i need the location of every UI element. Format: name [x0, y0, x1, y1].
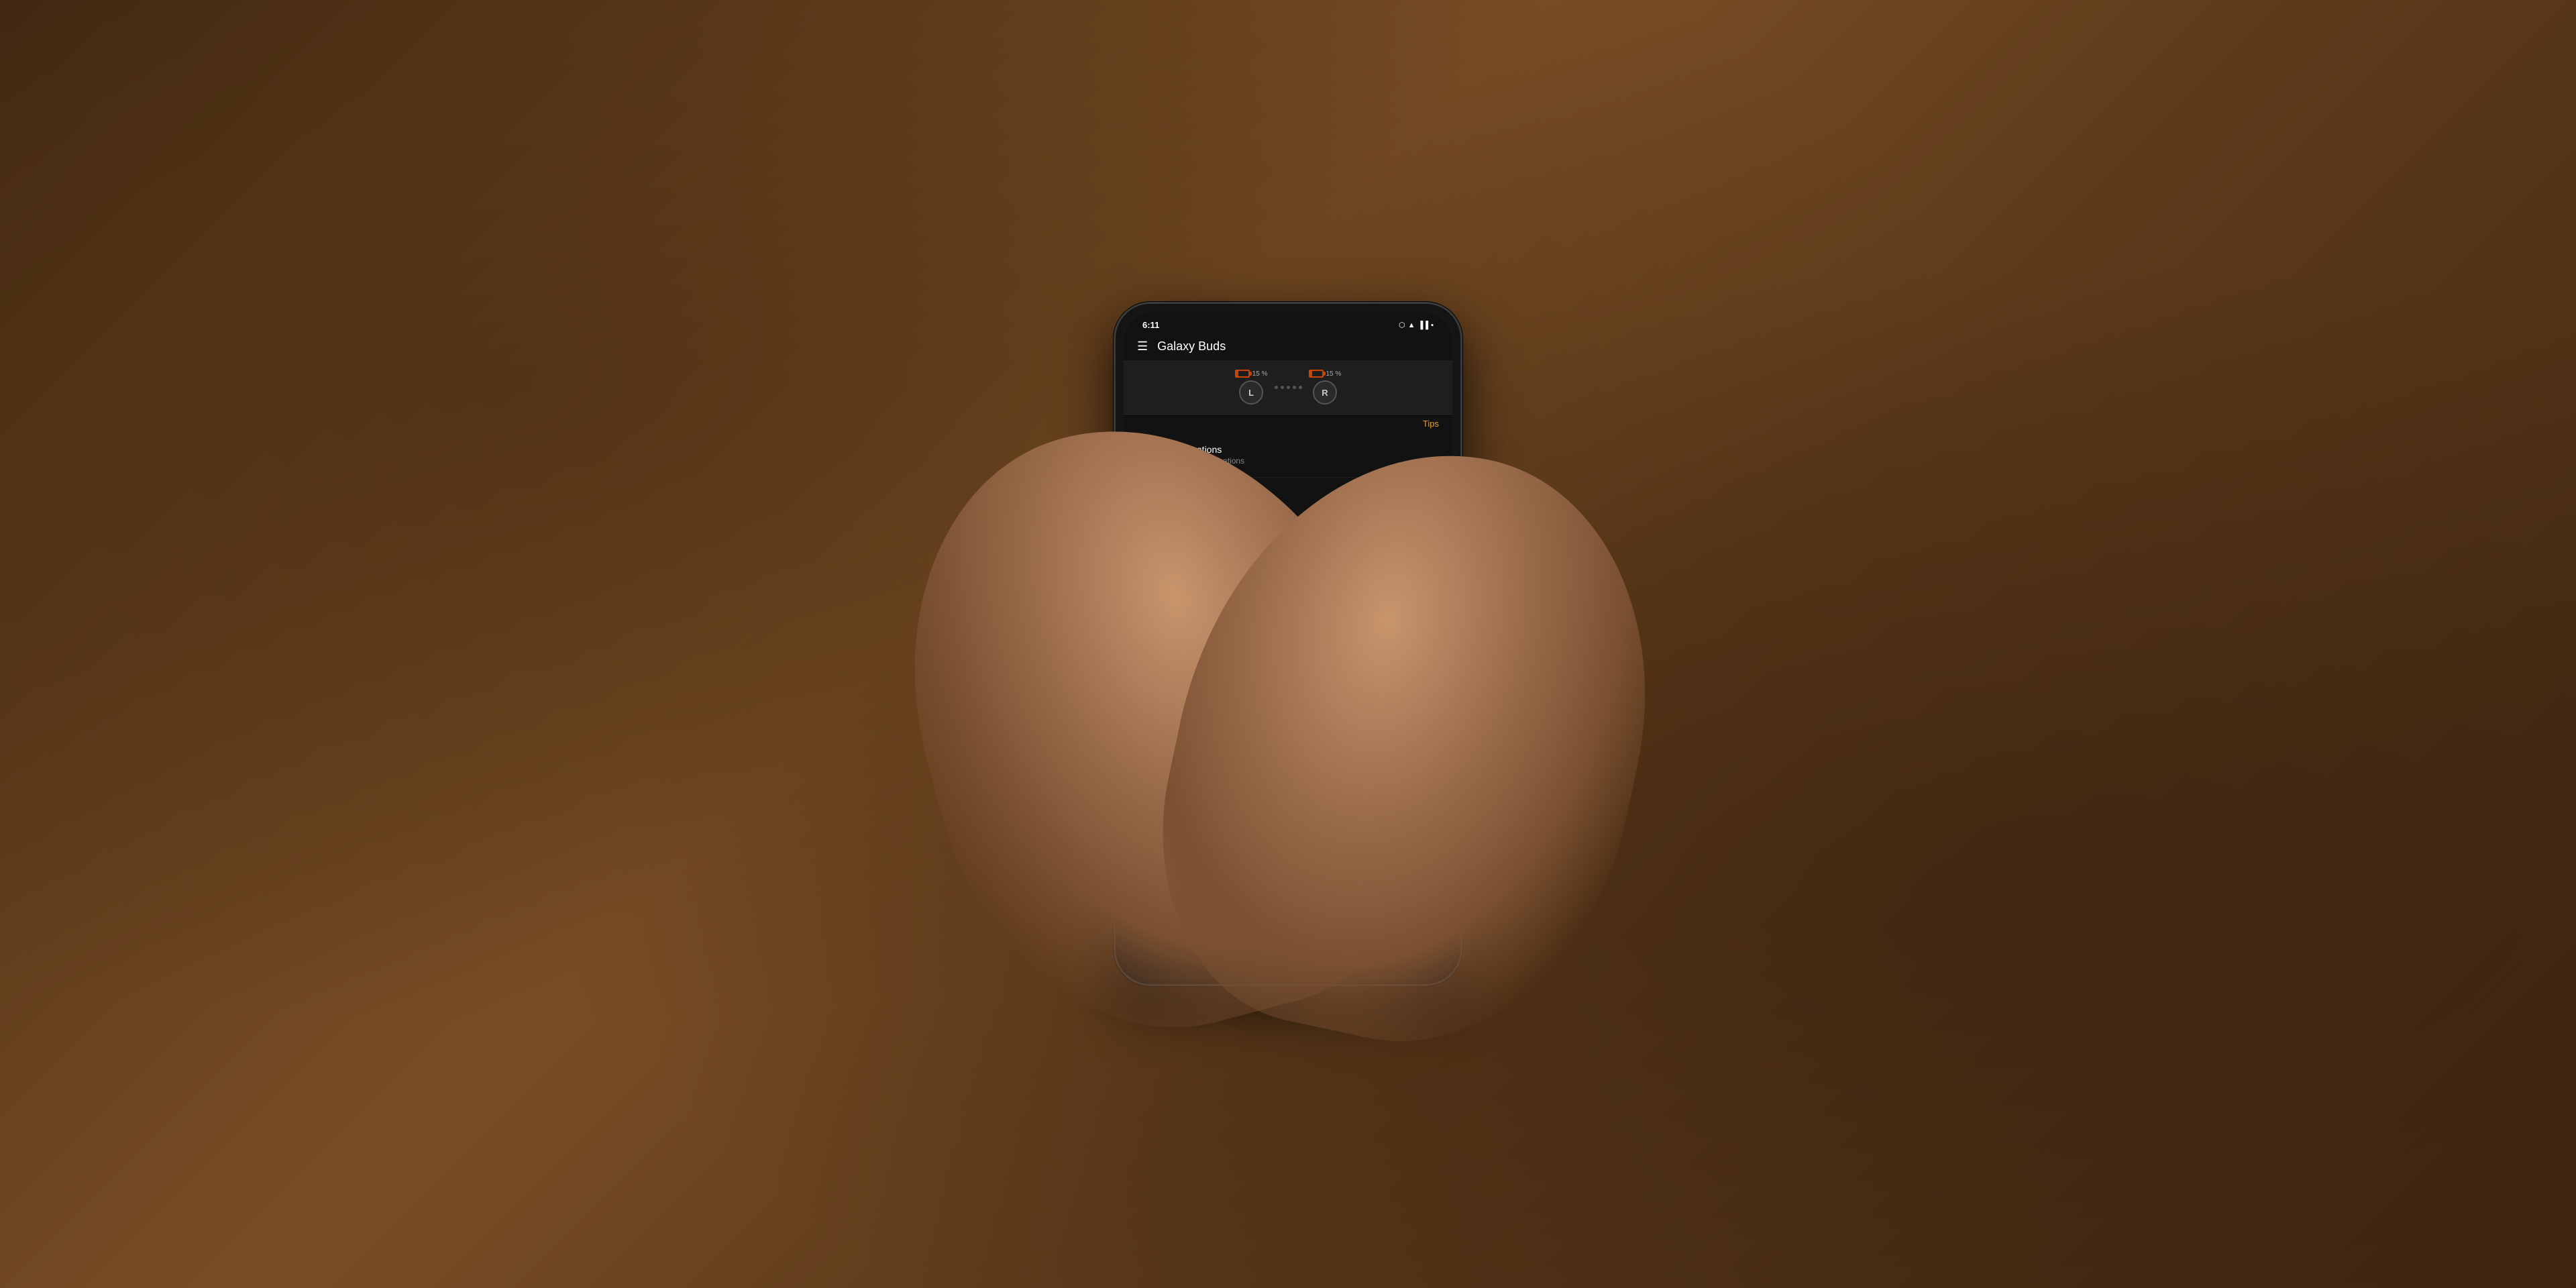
notifications-text: Notifications Manage notifications	[1171, 444, 1439, 466]
phone-wrapper: 6:11 ⬡ ▲ ▐▐ ▪ ☰ Galaxy Buds	[1114, 302, 1462, 986]
left-earbud-circle: L	[1239, 380, 1263, 405]
menu-item-findmy[interactable]: Find My Earbuds	[1124, 568, 1452, 612]
left-battery: 15 %	[1235, 370, 1268, 378]
touchpad-text: Touchpad	[1171, 494, 1439, 505]
tips-row: Tips	[1124, 415, 1452, 433]
phone-device: 6:11 ⬡ ▲ ▐▐ ▪ ☰ Galaxy Buds	[1114, 302, 1462, 986]
tips-button[interactable]: Tips	[1423, 419, 1439, 429]
dot-1	[1275, 386, 1278, 389]
findmy-text: Find My Earbuds	[1171, 584, 1439, 595]
about-galaxy-icon: ℹ	[1137, 792, 1153, 808]
signal-icon: ▐▐	[1418, 321, 1429, 329]
eq-clear-label: Clear	[1344, 688, 1359, 694]
ambient-icon: 🔊	[1137, 533, 1160, 556]
knob-dot	[1282, 671, 1285, 674]
right-earbud: 15 % R	[1309, 370, 1342, 405]
about-earbuds-icon: ⚙	[1137, 755, 1153, 771]
knob-dot	[1287, 661, 1289, 664]
knob-dot	[1282, 661, 1285, 664]
ambient-subtitle: Off	[1171, 546, 1439, 555]
dots-divider	[1275, 386, 1302, 389]
phone-screen: 6:11 ⬡ ▲ ▐▐ ▪ ☰ Galaxy Buds	[1124, 312, 1452, 976]
menu-list: 🔔 Notifications Manage notifications	[1124, 433, 1452, 619]
status-icons: ⬡ ▲ ▐▐ ▪	[1399, 321, 1434, 329]
notifications-title: Notifications	[1171, 444, 1439, 455]
eq-control[interactable]: Dynamic Soft Clear Bass boost Treble boo…	[1214, 646, 1362, 733]
dot-4	[1293, 386, 1296, 389]
touchpad-icon	[1137, 488, 1160, 511]
equalizer-section: Equalizer Dynamic Soft Clear	[1124, 619, 1452, 743]
battery-icon: ▪	[1431, 321, 1434, 329]
notifications-icon: 🔔	[1137, 443, 1160, 466]
knob-dot	[1287, 666, 1289, 669]
knob-dot	[1291, 666, 1294, 669]
eq-treble-label: Treble boost	[1327, 727, 1360, 733]
touchpad-title: Touchpad	[1171, 494, 1439, 505]
about-galaxy-title: About Galaxy Wearable	[1164, 794, 1263, 805]
notifications-subtitle: Manage notifications	[1171, 456, 1439, 466]
knob-dot	[1287, 671, 1289, 674]
eq-section-label: Equalizer	[1137, 629, 1439, 638]
about-earbuds-title: About earbuds	[1164, 758, 1225, 769]
screen-content: 6:11 ⬡ ▲ ▐▐ ▪ ☰ Galaxy Buds	[1124, 312, 1452, 976]
dot-2	[1281, 386, 1284, 389]
eq-bass-label: Bass boost	[1222, 727, 1252, 733]
app-title: Galaxy Buds	[1157, 339, 1226, 354]
right-battery-icon	[1309, 370, 1324, 378]
ambient-text: Ambient sound Off	[1171, 534, 1439, 555]
left-battery-icon	[1235, 370, 1250, 378]
knob-dots-grid	[1278, 657, 1298, 678]
right-earbud-circle: R	[1313, 380, 1337, 405]
menu-item-ambient[interactable]: 🔊 Ambient sound Off	[1124, 523, 1452, 568]
findmy-title: Find My Earbuds	[1171, 584, 1439, 595]
knob-dot	[1282, 666, 1285, 669]
bluetooth-icon: ⬡	[1399, 321, 1405, 329]
right-battery: 15 %	[1309, 370, 1342, 378]
wifi-icon: ▲	[1408, 321, 1415, 329]
app-header: ☰ Galaxy Buds	[1124, 334, 1452, 360]
knob-dot	[1291, 671, 1294, 674]
findmy-icon	[1137, 578, 1160, 601]
hamburger-icon[interactable]: ☰	[1137, 339, 1148, 354]
right-battery-pct: 15 %	[1326, 370, 1342, 378]
menu-item-touchpad[interactable]: Touchpad	[1124, 478, 1452, 523]
left-earbud: 15 % L	[1235, 370, 1268, 405]
earbuds-section: 15 % L	[1124, 360, 1452, 415]
menu-item-notifications[interactable]: 🔔 Notifications Manage notifications	[1124, 433, 1452, 478]
dot-5	[1299, 386, 1302, 389]
knob-dot	[1291, 661, 1294, 664]
status-time: 6:11	[1142, 320, 1159, 330]
dot-3	[1287, 386, 1290, 389]
left-battery-pct: 15 %	[1252, 370, 1268, 378]
eq-knob[interactable]	[1272, 651, 1304, 684]
about-earbuds-item[interactable]: ⚙ About earbuds	[1124, 745, 1452, 782]
status-bar: 6:11 ⬡ ▲ ▐▐ ▪	[1124, 312, 1452, 334]
ambient-title: Ambient sound	[1171, 534, 1439, 545]
about-galaxy-item[interactable]: ℹ About Galaxy Wearable	[1124, 782, 1452, 818]
eq-soft-label: Soft	[1217, 688, 1228, 694]
about-section: ⚙ About earbuds ℹ About Galaxy Wearable	[1124, 743, 1452, 820]
